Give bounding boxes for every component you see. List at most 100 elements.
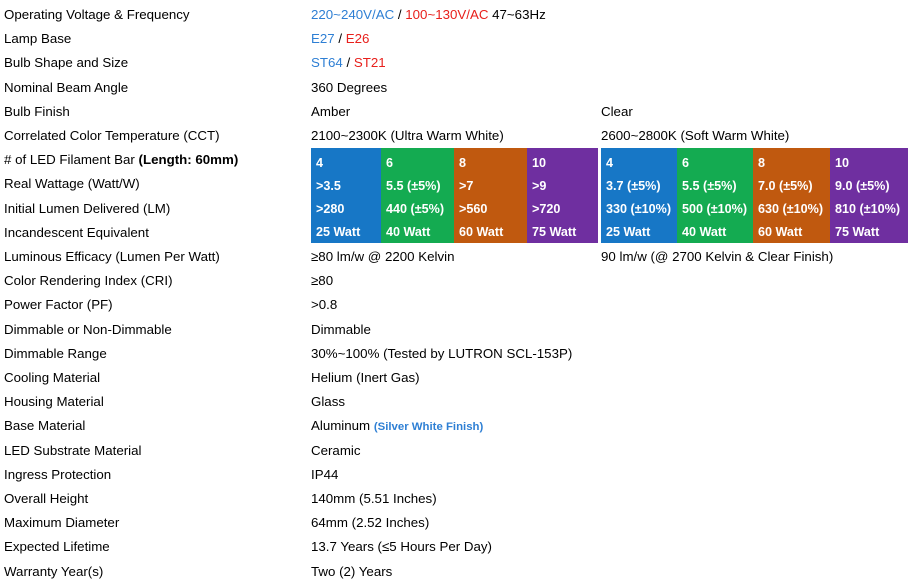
- spec-value: 2100~2300K (Ultra Warm White): [311, 124, 504, 148]
- spec-value: >0.8: [311, 293, 337, 317]
- spec-value: Aluminum (Silver White Finish): [311, 414, 483, 438]
- filament-bar-count: 8: [758, 156, 766, 170]
- real-wattage: >7: [459, 179, 474, 193]
- incandescent-equivalent: 25 Watt: [606, 225, 651, 239]
- value-text: ≥80 lm/w @ 2200 Kelvin: [311, 249, 455, 264]
- value-accent-blue: E27: [311, 31, 335, 47]
- label-text: Operating Voltage & Frequency: [4, 7, 190, 22]
- spec-label: Color Rendering Index (CRI): [4, 269, 173, 293]
- label-text: Ingress Protection: [4, 466, 112, 482]
- value-text: Aluminum: [311, 418, 374, 434]
- real-wattage: >3.5: [316, 179, 341, 193]
- spec-row: Warranty Year(s) Two (2) Years: [0, 560, 908, 584]
- label-text: Correlated Color Temperature (CCT): [4, 128, 220, 143]
- spec-row: Ingress Protection IP44: [0, 463, 908, 487]
- spec-sheet: Operating Voltage & Frequency 220~240V/AC…: [0, 0, 908, 581]
- spec-value: 220~240V/AC / 100~130V/AC 47~63Hz: [311, 3, 546, 27]
- value-text: Glass: [311, 394, 345, 410]
- real-wattage: 3.7 (±5%): [606, 179, 661, 193]
- spec-label: Real Wattage (Watt/W): [4, 172, 140, 196]
- spec-label: Ingress Protection: [4, 463, 111, 487]
- filament-matrix-clear: 4 3.7 (±5%) 330 (±10%) 25 Watt 6 5.5 (±5%) 500…: [601, 148, 908, 243]
- label-text: Initial Lumen Delivered (LM): [4, 200, 171, 216]
- value-text: 47~63Hz: [488, 7, 546, 22]
- spec-row: Cooling Material Helium (Inert Gas): [0, 366, 908, 390]
- matrix-cell-clear-green: 6 5.5 (±5%) 500 (±10%) 40 Watt: [677, 148, 753, 243]
- filament-bar-count: 8: [459, 156, 467, 170]
- spec-value: Glass: [311, 390, 345, 414]
- spec-label: Correlated Color Temperature (CCT): [4, 124, 220, 148]
- initial-lumen: >560: [459, 202, 488, 216]
- spec-label: Initial Lumen Delivered (LM): [4, 197, 170, 221]
- filament-matrix-amber: 4 >3.5 >280 25 Watt 6 5.5 (±5%) 440 (±5%) 40 Wa…: [311, 148, 598, 243]
- initial-lumen: 810 (±10%): [835, 202, 901, 216]
- spec-row: Base Material Aluminum (Silver White Fini…: [0, 414, 908, 438]
- spec-value: 140mm (5.51 Inches): [311, 487, 437, 511]
- value-text: /: [394, 7, 406, 22]
- value-text: /: [334, 31, 346, 47]
- spec-value-secondary: 2600~2800K (Soft Warm White): [601, 124, 789, 148]
- label-text: Incandescent Equivalent: [4, 224, 149, 240]
- spec-row: Power Factor (PF) >0.8: [0, 293, 908, 317]
- label-text: Power Factor (PF): [4, 297, 113, 313]
- spec-value: ST64 / ST21: [311, 51, 386, 75]
- label-text: Warranty Year(s): [4, 563, 104, 579]
- value-text: 90 lm/w (@ 2700 Kelvin & Clear Finish): [601, 249, 834, 264]
- spec-value: Amber: [311, 100, 350, 124]
- filament-bar-count: 10: [835, 156, 850, 170]
- label-text: Bulb Finish: [4, 103, 70, 119]
- spec-row: Correlated Color Temperature (CCT) 2100~2…: [0, 124, 908, 148]
- incandescent-equivalent: 60 Watt: [459, 225, 504, 239]
- initial-lumen: >280: [316, 202, 345, 216]
- value-text: Amber: [311, 103, 351, 119]
- spec-label: Warranty Year(s): [4, 560, 103, 584]
- matrix-cell-clear-orange: 8 7.0 (±5%) 630 (±10%) 60 Watt: [753, 148, 830, 243]
- spec-row: Maximum Diameter 64mm (2.52 Inches): [0, 511, 908, 535]
- spec-value: E27 / E26: [311, 27, 369, 51]
- spec-value: Helium (Inert Gas): [311, 366, 420, 390]
- spec-row: LED Substrate Material Ceramic: [0, 439, 908, 463]
- value-text: 2600~2800K (Soft Warm White): [601, 128, 790, 143]
- filament-bar-count: 4: [606, 156, 614, 170]
- spec-row: Lamp Base E27 / E26: [0, 27, 908, 51]
- value-text: Clear: [601, 103, 633, 119]
- spec-label: Base Material: [4, 414, 85, 438]
- spec-value: 360 Degrees: [311, 76, 387, 100]
- label-text: Dimmable or Non-Dimmable: [4, 321, 172, 337]
- spec-label: Luminous Efficacy (Lumen Per Watt): [4, 245, 220, 269]
- matrix-cell-clear-blue: 4 3.7 (±5%) 330 (±10%) 25 Watt: [601, 148, 677, 243]
- filament-bar-count: 6: [386, 156, 394, 170]
- value-accent-red: 100~130V/AC: [405, 7, 489, 22]
- value-accent-blue: ST64: [311, 55, 343, 71]
- incandescent-equivalent: 25 Watt: [316, 225, 361, 239]
- spec-row: Dimmable or Non-Dimmable Dimmable: [0, 318, 908, 342]
- spec-value: IP44: [311, 463, 338, 487]
- spec-row: Operating Voltage & Frequency 220~240V/AC…: [0, 3, 908, 27]
- spec-value: ≥80: [311, 269, 333, 293]
- spec-label: Overall Height: [4, 487, 88, 511]
- matrix-cell-amber-orange: 8 >7 >560 60 Watt: [454, 148, 527, 243]
- incandescent-equivalent: 60 Watt: [758, 225, 803, 239]
- spec-label: Dimmable Range: [4, 342, 107, 366]
- real-wattage: 7.0 (±5%): [758, 179, 813, 193]
- spec-value: Two (2) Years: [311, 560, 392, 584]
- value-text: 13.7 Years (≤5 Hours Per Day): [311, 539, 492, 555]
- label-text: Dimmable Range: [4, 345, 107, 361]
- label-text: Lamp Base: [4, 31, 72, 47]
- spec-label: Bulb Shape and Size: [4, 51, 128, 75]
- value-accent-red: ST21: [353, 55, 386, 71]
- spec-label: # of LED Filament Bar (Length: 60mm): [4, 148, 238, 172]
- spec-row: Overall Height 140mm (5.51 Inches): [0, 487, 908, 511]
- value-note: (Silver White Finish): [373, 421, 484, 434]
- value-text: Helium (Inert Gas): [311, 370, 420, 385]
- value-text: Dimmable: [311, 321, 371, 337]
- matrix-cell-amber-purple: 10 >9 >720 75 Watt: [527, 148, 598, 243]
- value-accent-blue: 220~240V/AC: [311, 7, 395, 22]
- value-text: 360 Degrees: [311, 79, 388, 95]
- label-emphasis: (Length: 60mm): [138, 152, 239, 168]
- value-text: >0.8: [311, 297, 338, 313]
- value-text: 30%~100% (Tested by LUTRON SCL-153P): [311, 345, 573, 361]
- spec-label: Dimmable or Non-Dimmable: [4, 318, 172, 342]
- label-text: Luminous Efficacy (Lumen Per Watt): [4, 249, 220, 264]
- value-accent-red: E26: [345, 31, 370, 47]
